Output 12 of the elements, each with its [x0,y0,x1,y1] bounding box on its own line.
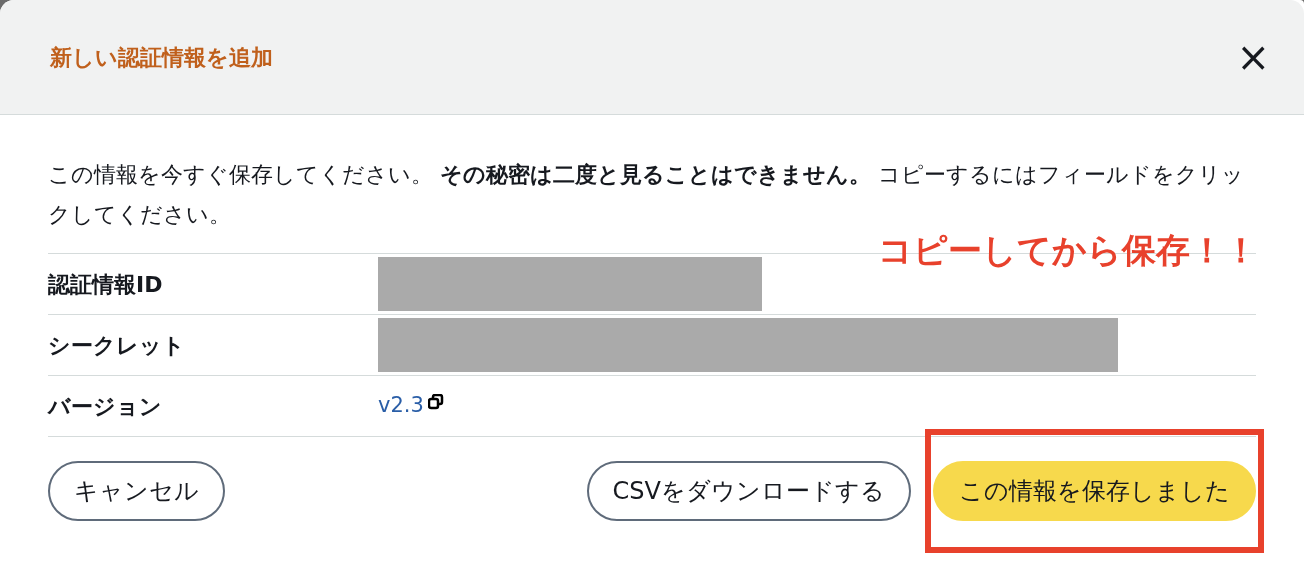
field-label: シークレット [48,331,186,360]
save-confirm-button[interactable]: この情報を保存しました [933,461,1256,521]
annotation-text: コピーしてから保存！！ [878,229,1258,272]
warning-message: この情報を今すぐ保存してください。 その秘密は二度と見ることはできません。 コピーするにはフィールドをクリックしてください。 [48,161,1245,229]
field-label: 認証情報ID [48,270,164,299]
cancel-button[interactable]: キャンセル [48,461,225,521]
copy-icon[interactable] [427,394,444,410]
version-link[interactable]: v2.3 [378,390,424,422]
close-button[interactable]: × [1228,37,1278,77]
download-button[interactable]: CSVをダウンロードする [586,461,911,521]
dialog-title: 新しい認証情報を追加 [50,43,273,72]
field-label: バージョン [48,392,163,421]
